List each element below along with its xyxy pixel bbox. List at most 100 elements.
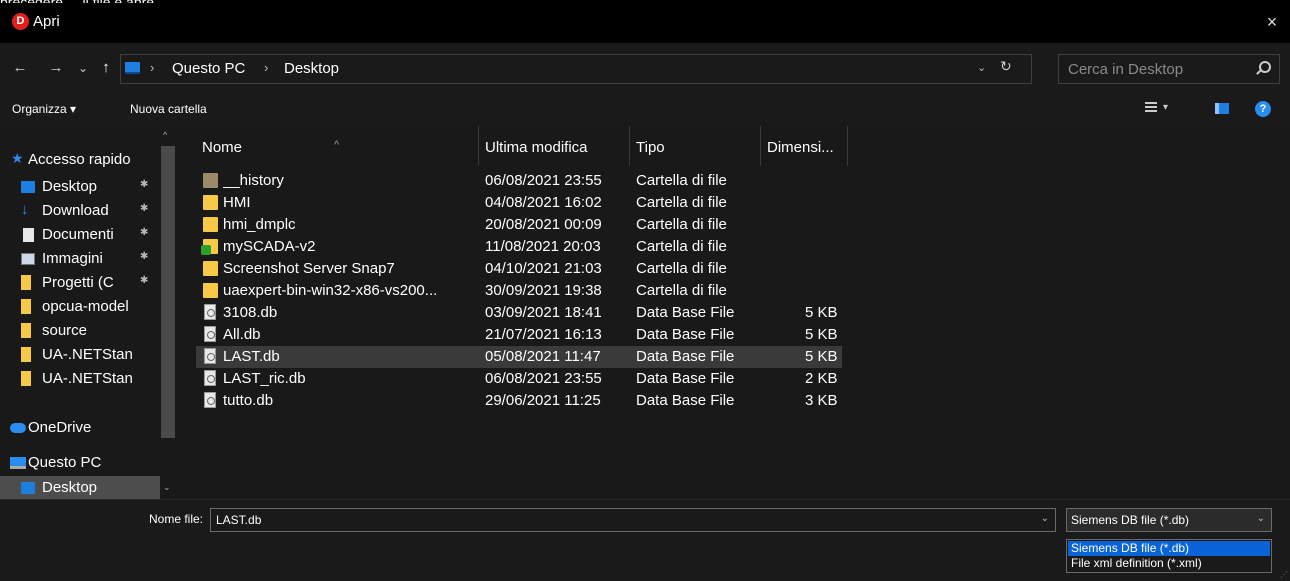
chevron-down-icon[interactable]: ⌄ [1257,513,1265,524]
sidebar-item-desktop[interactable]: Desktop ✱ [0,175,160,199]
file-row-uaexpert[interactable]: uaexpert-bin-win32-x86-vs200... 30/09/20… [196,280,842,302]
file-modified: 29/06/2021 11:25 [485,392,601,409]
breadcrumb-desktop[interactable]: Desktop [284,60,339,77]
filename-value: LAST.db [216,513,262,527]
sidebar-item-this-pc[interactable]: Questo PC [0,451,160,475]
pin-icon: ✱ [140,251,149,262]
filename-input[interactable]: LAST.db ⌄ [210,508,1056,532]
download-icon: ↓ [21,201,29,218]
window-title: Apri [33,13,60,30]
file-name: HMI [223,194,251,211]
file-modified: 05/08/2021 11:47 [485,348,601,365]
organize-button[interactable]: Organizza ▾ [12,102,76,116]
navigation-pane: ★ Accesso rapido Desktop ✱ ↓ Download ✱ … [0,126,176,499]
back-button[interactable]: ← [10,57,30,79]
sidebar-item-label: UA-.NETStan [42,370,133,387]
filetype-option-xml[interactable]: File xml definition (*.xml) [1068,556,1270,571]
resize-grip-icon[interactable]: ⋰ [1280,570,1288,579]
folder-icon [21,299,31,314]
sidebar-item-label: OneDrive [28,419,92,436]
file-size: 5 KB [805,304,838,321]
sidebar-item-label: source [42,322,88,339]
sidebar-item-onedrive[interactable]: OneDrive [0,416,160,440]
preview-pane-icon[interactable] [1215,103,1229,114]
file-type: Data Base File [636,304,735,321]
sidebar-scrollbar[interactable]: ^ ⌄ [160,126,176,499]
view-dropdown-icon[interactable]: ▾ [1163,102,1168,113]
computer-icon [125,62,140,74]
close-button[interactable]: × [1262,12,1282,32]
title-bar: D Apri × [0,3,1290,43]
breadcrumb-separator: › [150,60,155,75]
column-header-label: Tipo [636,139,665,156]
file-type: Cartella di file [636,282,727,299]
filetype-select[interactable]: Siemens DB file (*.db) ⌄ [1066,508,1272,532]
sidebar-item-download[interactable]: ↓ Download ✱ [0,199,160,223]
sidebar-item-opcua-model[interactable]: opcua-model [0,295,160,319]
column-header-label: Nome [202,139,243,156]
column-header-type[interactable]: Tipo [630,126,761,166]
file-modified: 04/08/2021 16:02 [485,194,602,211]
file-row-myscada[interactable]: mySCADA-v2 11/08/2021 20:03 Cartella di … [196,236,842,258]
file-name: uaexpert-bin-win32-x86-vs200... [223,282,438,299]
file-row-last-db[interactable]: LAST.db 05/08/2021 11:47 Data Base File … [196,346,842,368]
sync-check-icon [201,245,211,255]
sidebar-item-images[interactable]: Immagini ✱ [0,247,160,271]
sidebar-item-desktop-pc[interactable]: Desktop [0,476,160,499]
refresh-button[interactable]: ↻ [1000,58,1012,75]
file-row-hmi-dmplc[interactable]: hmi_dmplc 20/08/2021 00:09 Cartella di f… [196,214,842,236]
file-name: tutto.db [223,392,274,409]
file-row-last-ric-db[interactable]: LAST_ric.db 06/08/2021 23:55 Data Base F… [196,368,842,390]
scroll-down-arrow[interactable]: ⌄ [163,482,171,493]
folder-icon [21,275,31,290]
file-size: 2 KB [805,370,838,387]
column-header-size[interactable]: Dimensi... [761,126,848,166]
file-type: Data Base File [636,370,735,387]
search-placeholder: Cerca in Desktop [1068,61,1184,78]
sidebar-item-ua-netstandard-2[interactable]: UA-.NETStan [0,367,160,391]
view-options-icon[interactable] [1145,102,1157,114]
file-size: 5 KB [805,348,838,365]
sidebar-item-progetti[interactable]: Progetti (C ✱ [0,271,160,295]
file-row-history[interactable]: __history 06/08/2021 23:55 Cartella di f… [196,170,842,192]
breadcrumb-questo-pc[interactable]: Questo PC [172,60,245,77]
column-header-modified[interactable]: Ultima modifica [479,126,630,166]
scrollbar-thumb[interactable] [161,146,175,438]
database-file-icon [204,392,216,408]
database-file-icon [204,370,216,386]
sidebar-item-label: Accesso rapido [28,151,131,168]
sidebar-item-label: Questo PC [28,454,102,471]
file-row-hmi[interactable]: HMI 04/08/2021 16:02 Cartella di file [196,192,842,214]
address-bar[interactable]: › Questo PC › Desktop ⌄ [120,54,1032,84]
document-icon [23,228,34,242]
recent-locations-button[interactable]: ⌄ [76,57,90,79]
desktop-icon [21,482,35,494]
sidebar-item-ua-netstandard-1[interactable]: UA-.NETStan [0,343,160,367]
scroll-up-arrow[interactable]: ^ [163,130,167,140]
chevron-down-icon[interactable]: ⌄ [1041,513,1049,524]
file-name: 3108.db [223,304,278,321]
file-row-3108-db[interactable]: 3108.db 03/09/2021 18:41 Data Base File … [196,302,842,324]
file-row-screenshot-server[interactable]: Screenshot Server Snap7 04/10/2021 21:03… [196,258,842,280]
sidebar-item-documents[interactable]: Documenti ✱ [0,223,160,247]
sidebar-item-source[interactable]: source [0,319,160,343]
file-type: Data Base File [636,326,735,343]
help-icon[interactable]: ? [1255,101,1271,117]
footer-bar: Nome file: LAST.db ⌄ Siemens DB file (*.… [0,499,1290,581]
file-row-tutto-db[interactable]: tutto.db 29/06/2021 11:25 Data Base File… [196,390,842,412]
file-row-all-db[interactable]: All.db 21/07/2021 16:13 Data Base File 5… [196,324,842,346]
search-input[interactable]: Cerca in Desktop [1058,54,1280,84]
column-header-name[interactable]: Nome ^ [196,126,479,166]
forward-button[interactable]: → [46,57,66,79]
sidebar-item-quick-access[interactable]: ★ Accesso rapido [0,148,160,172]
file-type: Data Base File [636,392,735,409]
filetype-dropdown-list: Siemens DB file (*.db) File xml definiti… [1066,539,1272,573]
database-file-icon [204,348,216,364]
address-dropdown[interactable]: ⌄ [977,61,986,74]
sidebar-item-label: Desktop [42,479,98,496]
new-folder-button[interactable]: Nuova cartella [130,102,207,116]
filetype-option-db[interactable]: Siemens DB file (*.db) [1068,541,1270,556]
file-modified: 21/07/2021 16:13 [485,326,602,343]
up-button[interactable]: ↑ [96,57,116,79]
file-modified: 04/10/2021 21:03 [485,260,602,277]
